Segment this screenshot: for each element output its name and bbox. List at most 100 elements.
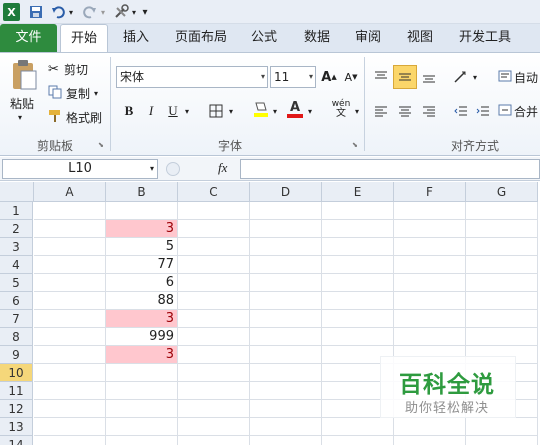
fill-color-button[interactable] bbox=[250, 99, 272, 119]
select-all-corner[interactable] bbox=[0, 182, 34, 202]
underline-dropdown-icon[interactable]: ▾ bbox=[182, 101, 192, 121]
cell-a1[interactable] bbox=[34, 202, 106, 220]
row-header-6[interactable]: 6 bbox=[0, 292, 33, 310]
cell-a10[interactable] bbox=[34, 364, 106, 382]
cell-a8[interactable] bbox=[34, 328, 106, 346]
paste-dropdown-icon[interactable]: ▾ bbox=[18, 113, 22, 122]
align-center-button[interactable] bbox=[394, 101, 416, 121]
cell-g2[interactable] bbox=[466, 220, 538, 238]
cell-b5[interactable]: 6 bbox=[106, 274, 178, 292]
cell-g13[interactable] bbox=[466, 418, 538, 436]
cell-g7[interactable] bbox=[466, 310, 538, 328]
cell-b14[interactable] bbox=[106, 436, 178, 445]
cell-a6[interactable] bbox=[34, 292, 106, 310]
row-header-14[interactable]: 14 bbox=[0, 436, 33, 445]
paste-button[interactable]: 粘贴 bbox=[10, 95, 34, 112]
column-header-f[interactable]: F bbox=[394, 182, 466, 202]
formula-input[interactable] bbox=[240, 159, 540, 179]
cell-g4[interactable] bbox=[466, 256, 538, 274]
copy-dropdown-icon[interactable]: ▾ bbox=[94, 89, 98, 98]
cell-f8[interactable] bbox=[394, 328, 466, 346]
cell-c7[interactable] bbox=[178, 310, 250, 328]
cell-e13[interactable] bbox=[322, 418, 394, 436]
customize-qat-icon[interactable]: ▾ bbox=[140, 3, 150, 21]
orientation-button[interactable] bbox=[450, 67, 472, 87]
font-size-dropdown-icon[interactable]: ▾ bbox=[309, 67, 313, 87]
cell-e1[interactable] bbox=[322, 202, 394, 220]
cell-d14[interactable] bbox=[250, 436, 322, 445]
cell-b13[interactable] bbox=[106, 418, 178, 436]
cell-d11[interactable] bbox=[250, 382, 322, 400]
cell-b10[interactable] bbox=[106, 364, 178, 382]
name-box[interactable]: L10 ▾ bbox=[2, 159, 158, 179]
tab-file[interactable]: 文件 bbox=[0, 24, 57, 52]
cell-c8[interactable] bbox=[178, 328, 250, 346]
cell-a4[interactable] bbox=[34, 256, 106, 274]
column-header-c[interactable]: C bbox=[178, 182, 250, 202]
grow-font-button[interactable]: A ▲ bbox=[318, 67, 340, 87]
font-name-dropdown-icon[interactable]: ▾ bbox=[261, 67, 265, 87]
copy-button[interactable]: 复制 ▾ bbox=[48, 85, 98, 102]
cell-b12[interactable] bbox=[106, 400, 178, 418]
cell-c6[interactable] bbox=[178, 292, 250, 310]
align-right-button[interactable] bbox=[418, 101, 440, 121]
cell-e8[interactable] bbox=[322, 328, 394, 346]
cell-f2[interactable] bbox=[394, 220, 466, 238]
orientation-dropdown-icon[interactable]: ▾ bbox=[470, 67, 480, 87]
cell-f13[interactable] bbox=[394, 418, 466, 436]
cell-d8[interactable] bbox=[250, 328, 322, 346]
cell-e2[interactable] bbox=[322, 220, 394, 238]
cell-b4[interactable]: 77 bbox=[106, 256, 178, 274]
cell-e6[interactable] bbox=[322, 292, 394, 310]
font-size-select[interactable]: 11 ▾ bbox=[270, 66, 316, 88]
paste-icon[interactable] bbox=[8, 58, 40, 92]
cell-b3[interactable]: 5 bbox=[106, 238, 178, 256]
cell-f6[interactable] bbox=[394, 292, 466, 310]
cell-d6[interactable] bbox=[250, 292, 322, 310]
cell-c3[interactable] bbox=[178, 238, 250, 256]
align-middle-button[interactable] bbox=[393, 65, 417, 89]
cell-c5[interactable] bbox=[178, 274, 250, 292]
tab-insert[interactable]: 插入 bbox=[112, 24, 160, 52]
row-header-13[interactable]: 13 bbox=[0, 418, 33, 436]
cell-b6[interactable]: 88 bbox=[106, 292, 178, 310]
tab-review[interactable]: 审阅 bbox=[346, 24, 390, 52]
tab-developer[interactable]: 开发工具 bbox=[452, 24, 518, 52]
increase-indent-button[interactable] bbox=[472, 101, 494, 121]
cell-d3[interactable] bbox=[250, 238, 322, 256]
cell-g8[interactable] bbox=[466, 328, 538, 346]
cell-a11[interactable] bbox=[34, 382, 106, 400]
row-header-5[interactable]: 5 bbox=[0, 274, 33, 292]
tab-formulas[interactable]: 公式 bbox=[240, 24, 288, 52]
cell-b11[interactable] bbox=[106, 382, 178, 400]
redo-dropdown-icon[interactable]: ▾ bbox=[99, 3, 107, 21]
cell-a3[interactable] bbox=[34, 238, 106, 256]
undo-icon[interactable] bbox=[50, 3, 66, 21]
cell-b1[interactable] bbox=[106, 202, 178, 220]
cell-f1[interactable] bbox=[394, 202, 466, 220]
cell-d10[interactable] bbox=[250, 364, 322, 382]
row-header-4[interactable]: 4 bbox=[0, 256, 33, 274]
tab-page-layout[interactable]: 页面布局 bbox=[168, 24, 234, 52]
cell-c11[interactable] bbox=[178, 382, 250, 400]
cell-a14[interactable] bbox=[34, 436, 106, 445]
row-header-7[interactable]: 7 bbox=[0, 310, 33, 328]
align-bottom-button[interactable] bbox=[418, 67, 440, 87]
cell-d13[interactable] bbox=[250, 418, 322, 436]
tools-icon[interactable] bbox=[113, 3, 129, 21]
formula-bar-resize-handle[interactable] bbox=[166, 162, 180, 176]
column-header-a[interactable]: A bbox=[34, 182, 106, 202]
cell-c10[interactable] bbox=[178, 364, 250, 382]
undo-dropdown-icon[interactable]: ▾ bbox=[67, 3, 75, 21]
cell-b7[interactable]: 3 bbox=[106, 310, 178, 328]
cell-a2[interactable] bbox=[34, 220, 106, 238]
cell-f4[interactable] bbox=[394, 256, 466, 274]
cell-e3[interactable] bbox=[322, 238, 394, 256]
row-header-2[interactable]: 2 bbox=[0, 220, 33, 238]
cell-e14[interactable] bbox=[322, 436, 394, 445]
cell-b8[interactable]: 999 bbox=[106, 328, 178, 346]
font-color-button[interactable]: A bbox=[284, 99, 306, 119]
cell-f5[interactable] bbox=[394, 274, 466, 292]
cell-e5[interactable] bbox=[322, 274, 394, 292]
cell-b9[interactable]: 3 bbox=[106, 346, 178, 364]
